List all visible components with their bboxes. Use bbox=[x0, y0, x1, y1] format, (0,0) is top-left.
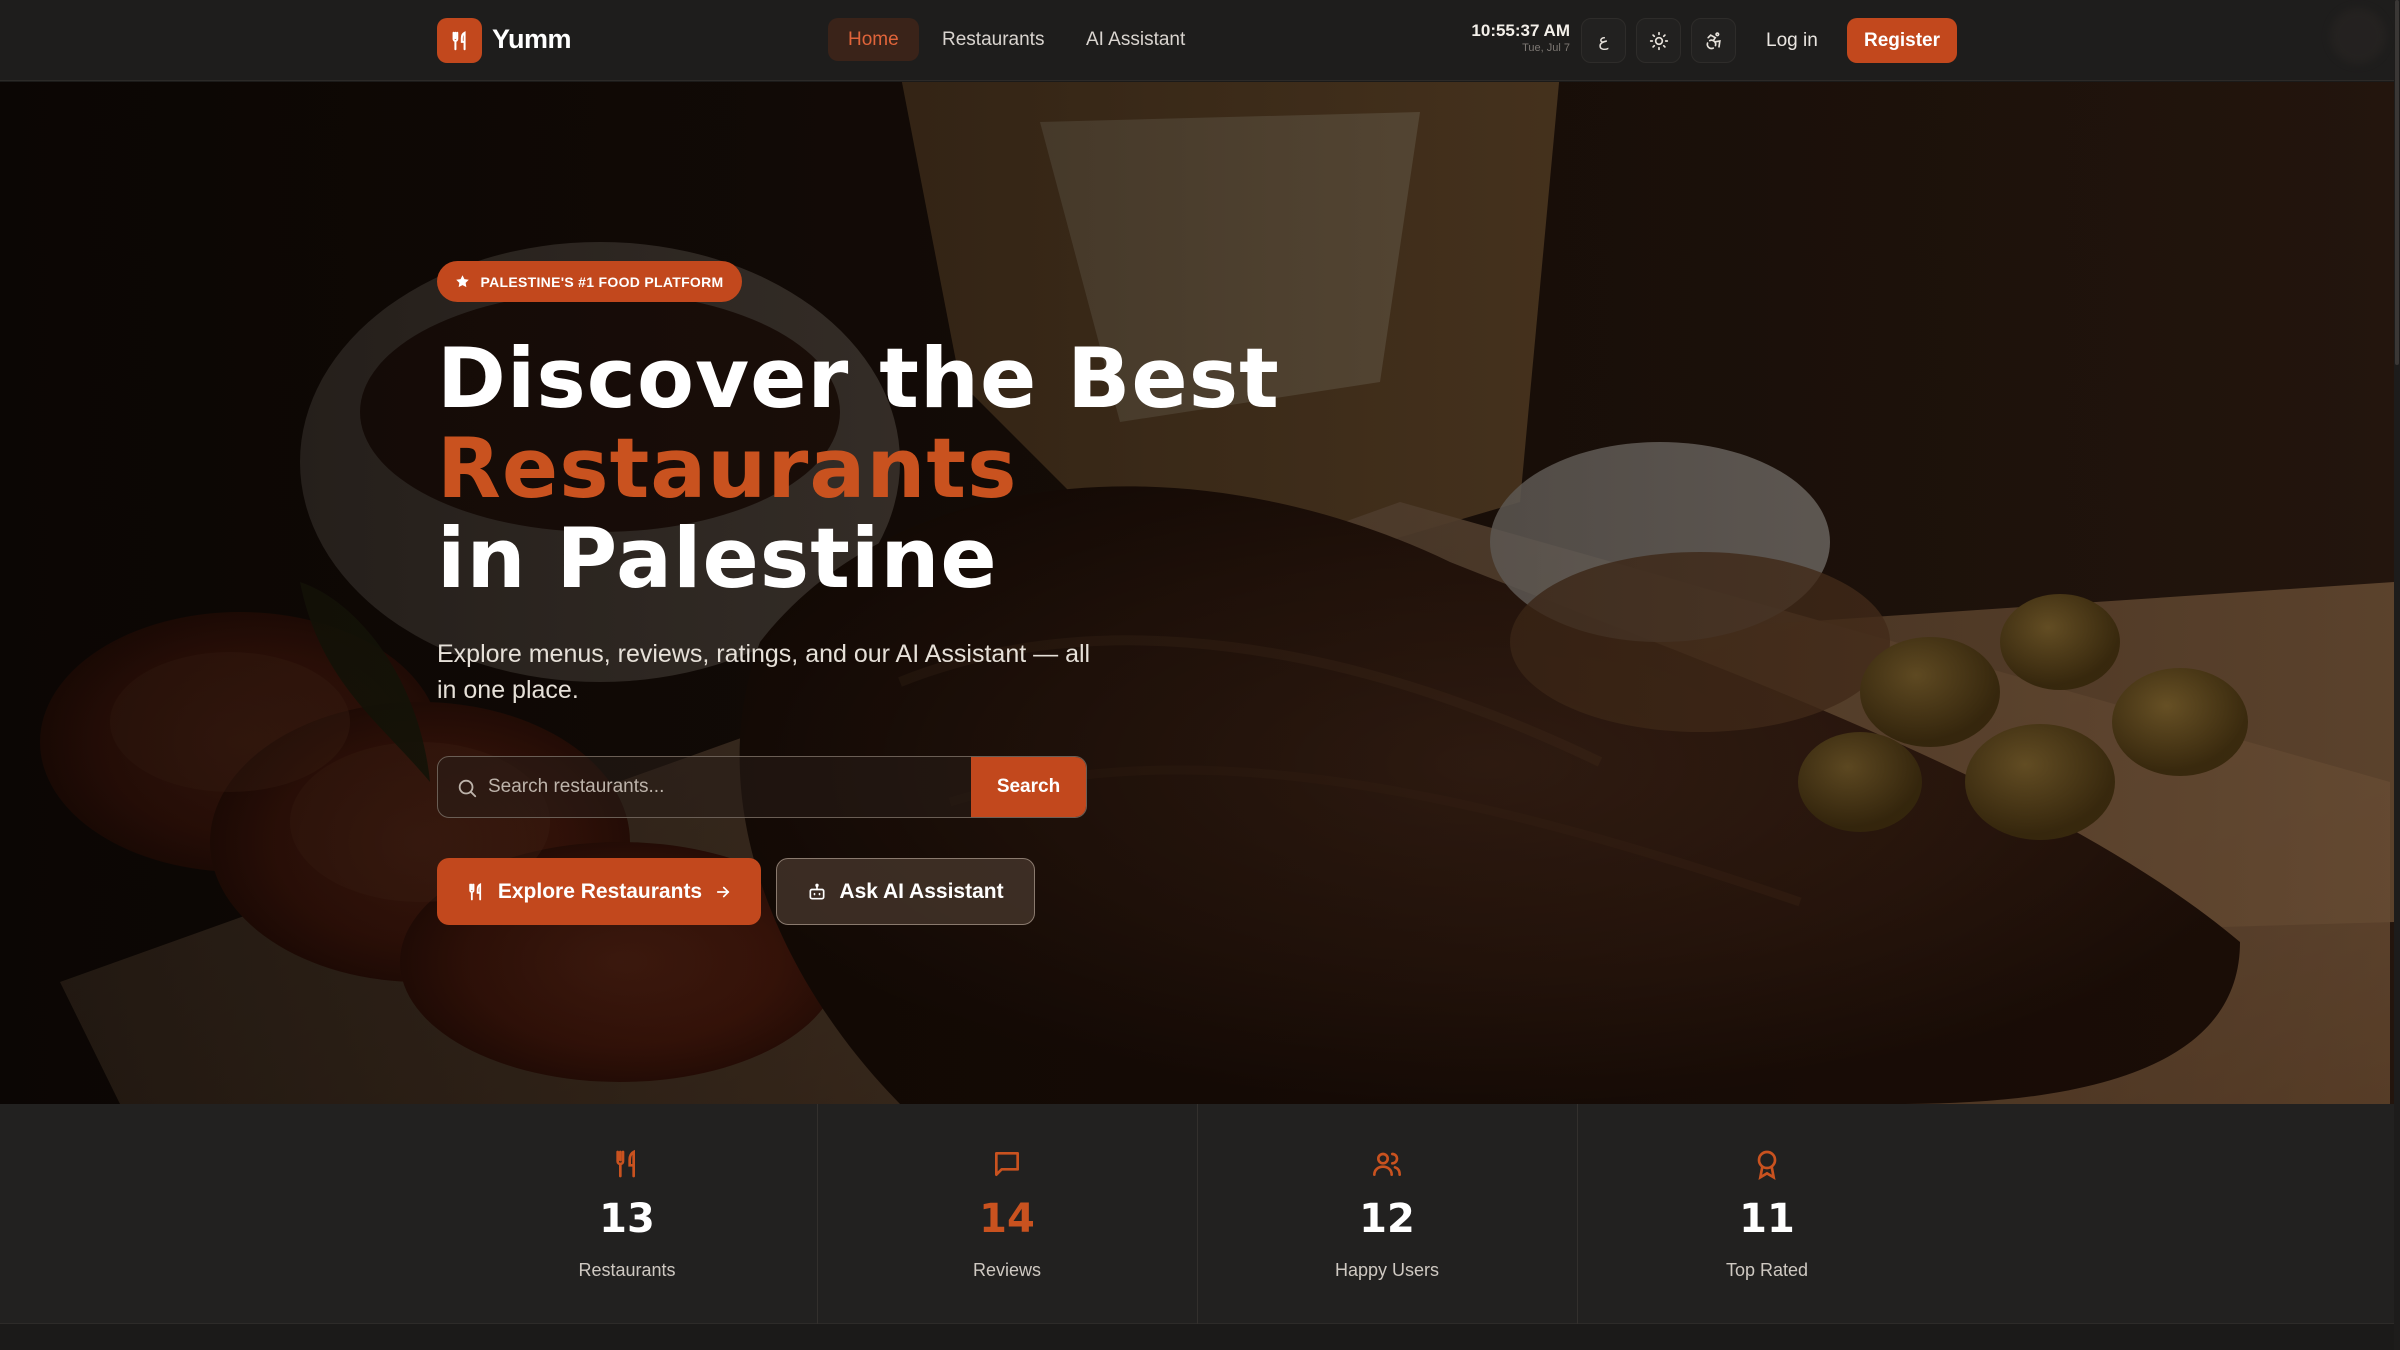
explore-restaurants-label: Explore Restaurants bbox=[497, 879, 703, 903]
utensils-icon bbox=[616, 1149, 635, 1178]
nav-link-home[interactable]: Home bbox=[828, 18, 919, 61]
scrollbar-thumb[interactable] bbox=[2395, 0, 2399, 365]
search-input[interactable] bbox=[488, 757, 968, 817]
arrow-right-icon bbox=[717, 886, 730, 897]
stat-top-rated: 11 Top Rated bbox=[1577, 1104, 1957, 1324]
top-navbar: Yumm Home Restaurants AI Assistant 10:55… bbox=[0, 0, 2394, 81]
hero-title-line-3: in Palestine bbox=[437, 510, 998, 607]
logo-icon[interactable] bbox=[437, 18, 482, 63]
stat-reviews: 14 Reviews bbox=[817, 1104, 1197, 1324]
hero-section: PALESTINE'S #1 FOOD PLATFORM Discover th… bbox=[0, 82, 2394, 1104]
clock-date: Tue, Jul 7 bbox=[1522, 42, 1570, 54]
ask-ai-assistant-label: Ask AI Assistant bbox=[839, 879, 1004, 903]
clock-time: 10:55:37 AM bbox=[1471, 21, 1570, 40]
stat-value: 14 bbox=[979, 1196, 1035, 1242]
accessibility-icon bbox=[1706, 31, 1721, 49]
language-label: ع bbox=[1598, 30, 1609, 50]
stat-label: Restaurants bbox=[578, 1260, 676, 1280]
ask-ai-assistant-button[interactable]: Ask AI Assistant bbox=[776, 858, 1035, 925]
message-square-icon bbox=[995, 1152, 1019, 1176]
profile-avatar-placeholder bbox=[2330, 8, 2386, 64]
stat-label: Happy Users bbox=[1334, 1260, 1440, 1280]
hero-search-bar: Search bbox=[437, 756, 1087, 818]
hero-badge: PALESTINE'S #1 FOOD PLATFORM bbox=[437, 261, 742, 302]
search-button[interactable]: Search bbox=[971, 757, 1086, 817]
search-icon bbox=[458, 779, 477, 798]
stat-value: 12 bbox=[1359, 1196, 1415, 1242]
stat-happy-users: 12 Happy Users bbox=[1197, 1104, 1577, 1324]
hero-title-line-1: Discover the Best bbox=[437, 330, 1280, 427]
page-background bbox=[0, 1324, 2394, 1350]
users-icon bbox=[1373, 1152, 1401, 1176]
hero-badge-text: PALESTINE'S #1 FOOD PLATFORM bbox=[480, 273, 724, 290]
accessibility-button[interactable] bbox=[1691, 18, 1736, 63]
stat-restaurants: 13 Restaurants bbox=[437, 1104, 817, 1324]
language-toggle-button[interactable]: ع bbox=[1581, 18, 1626, 63]
brand-name[interactable]: Yumm bbox=[492, 24, 572, 55]
utensils-icon bbox=[469, 882, 481, 900]
hero-title-line-2: Restaurants bbox=[437, 420, 1018, 517]
stat-value: 13 bbox=[599, 1196, 655, 1242]
star-icon bbox=[456, 275, 470, 288]
stat-label: Top Rated bbox=[1725, 1260, 1809, 1280]
login-link[interactable]: Log in bbox=[1746, 18, 1838, 63]
nav-link-restaurants[interactable]: Restaurants bbox=[922, 18, 1064, 61]
stats-section: 13 Restaurants 14 Reviews 12 Happy Users… bbox=[0, 1104, 2394, 1324]
explore-restaurants-button[interactable]: Explore Restaurants bbox=[437, 858, 761, 925]
bot-icon bbox=[809, 883, 825, 899]
stat-value: 11 bbox=[1739, 1196, 1795, 1242]
award-icon bbox=[1757, 1150, 1777, 1180]
sun-icon bbox=[1649, 31, 1668, 50]
register-button[interactable]: Register bbox=[1847, 18, 1957, 63]
theme-toggle-button[interactable] bbox=[1636, 18, 1681, 63]
hero-overlay bbox=[0, 82, 2394, 1104]
stat-label: Reviews bbox=[972, 1260, 1042, 1280]
hero-subtitle: Explore menus, reviews, ratings, and our… bbox=[437, 640, 1091, 704]
nav-link-ai-assistant[interactable]: AI Assistant bbox=[1066, 18, 1205, 61]
